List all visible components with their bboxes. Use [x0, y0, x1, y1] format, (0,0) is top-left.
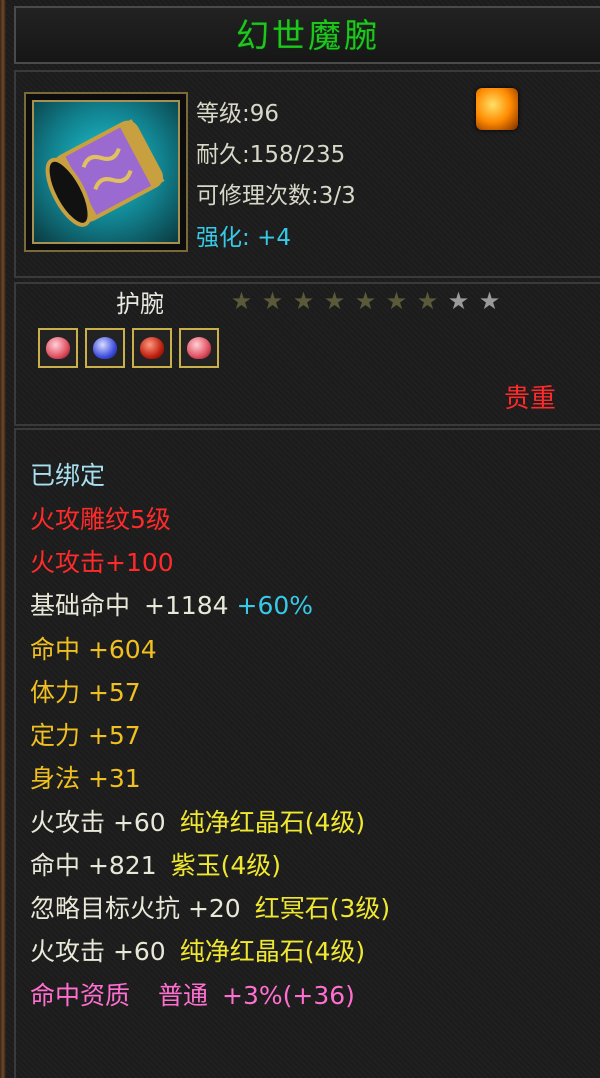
base-hit-pct: +60%: [236, 591, 314, 620]
window-edge: [0, 0, 6, 1078]
gem4-name: 纯净红晶石(4级): [179, 937, 366, 966]
star-rating: ★ ★ ★ ★ ★ ★ ★ ★ ★: [226, 287, 505, 315]
star-filled-icon: ★: [261, 287, 284, 315]
gem1-stat: 火攻击 +60: [30, 808, 166, 837]
aptitude-label: 命中资质: [30, 981, 131, 1010]
gem3-stat: 忽略目标火抗 +20: [30, 894, 241, 923]
engrave-line: 火攻雕纹5级: [30, 505, 171, 534]
blue-jade-gem-icon[interactable]: [85, 328, 126, 368]
agility-line: 身法 +31: [30, 764, 141, 793]
gem2-name: 紫玉(4级): [170, 851, 282, 880]
red-crystal-gem-icon[interactable]: [132, 328, 173, 368]
star-empty-icon: ★: [447, 287, 470, 315]
aptitude-value: +3%(+36): [222, 981, 355, 1010]
base-hit-line: 基础命中 +1184 +60%: [30, 586, 313, 622]
bound-status: 已绑定: [30, 461, 106, 490]
durability-stat: 耐久:158/235: [196, 142, 346, 168]
focus-line: 定力 +57: [30, 721, 141, 750]
bracer-icon: [32, 100, 180, 244]
repair-count-stat: 可修理次数:3/3: [196, 183, 356, 209]
pink-crystal-gem-icon[interactable]: [179, 328, 220, 368]
star-filled-icon: ★: [385, 287, 408, 315]
enhance-stat: 强化: +4: [196, 218, 291, 252]
gem1-line: 火攻击 +60 纯净红晶石(4级): [30, 803, 365, 839]
enhance-label: 强化:: [196, 225, 250, 251]
base-hit-value: +1184: [144, 591, 229, 620]
base-hit-label: 基础命中: [30, 591, 131, 620]
aptitude-grade: 普通: [158, 981, 209, 1010]
star-filled-icon: ★: [230, 287, 253, 315]
gem3-name: 红冥石(3级): [254, 894, 391, 923]
fire-element-icon: [476, 88, 518, 130]
gem4-stat: 火攻击 +60: [30, 937, 166, 966]
star-filled-icon: ★: [323, 287, 346, 315]
gem4-line: 火攻击 +60 纯净红晶石(4级): [30, 932, 365, 968]
enhance-value: +4: [257, 225, 291, 251]
item-tooltip: 幻世魔腕 等级:96 耐久:158/235 可修理次数:3/3 强化: +4 护…: [0, 0, 600, 1078]
rarity-label: 贵重: [504, 384, 557, 414]
gem2-stat: 命中 +821: [30, 851, 157, 880]
item-title: 幻世魔腕: [14, 6, 600, 64]
fire-attack-line: 火攻击+100: [30, 548, 174, 577]
aptitude-line: 命中资质 普通 +3%(+36): [30, 976, 355, 1012]
item-icon-frame: [24, 92, 188, 252]
star-filled-icon: ★: [292, 287, 315, 315]
pink-crystal-gem-icon[interactable]: [38, 328, 78, 368]
gem1-name: 纯净红晶石(4级): [179, 808, 366, 837]
gem3-line: 忽略目标火抗 +20 红冥石(3级): [30, 889, 390, 925]
stamina-line: 体力 +57: [30, 678, 141, 707]
star-empty-icon: ★: [478, 287, 501, 315]
gem-sockets: [38, 328, 221, 368]
star-filled-icon: ★: [354, 287, 377, 315]
star-filled-icon: ★: [416, 287, 439, 315]
gem2-line: 命中 +821 紫玉(4级): [30, 846, 281, 882]
hit-line: 命中 +604: [30, 635, 157, 664]
level-stat: 等级:96: [196, 101, 280, 127]
item-type-label: 护腕: [116, 290, 164, 318]
